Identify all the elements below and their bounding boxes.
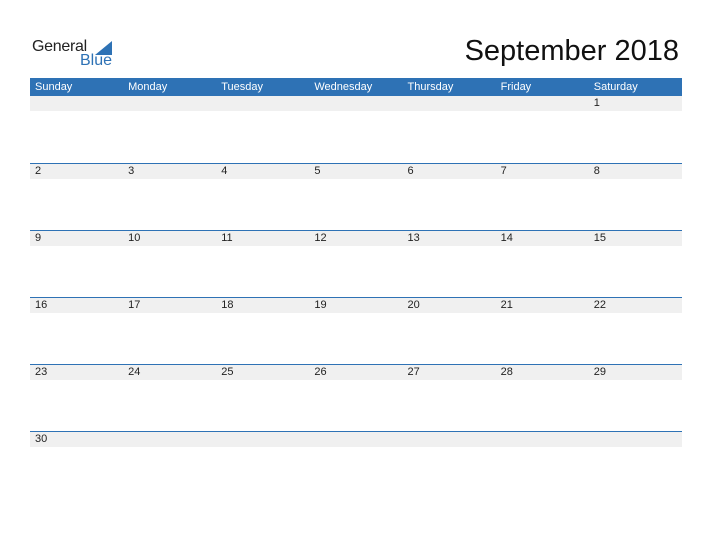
weekday-header: Sunday Monday Tuesday Wednesday Thursday… [30,78,682,96]
date-number-row: 23 24 25 26 27 28 29 [30,365,682,380]
day-cell: 24 [128,366,141,378]
calendar-grid: Sunday Monday Tuesday Wednesday Thursday… [30,78,682,498]
day-cell [123,432,216,447]
day-cell: 9 [35,232,42,244]
week-row: 16 17 18 19 20 21 22 [30,297,682,364]
day-cell: 29 [593,366,606,378]
day-cell: 28 [500,366,513,378]
day-cell: 1 [593,97,600,109]
day-cell [403,432,496,447]
logo: General Blue [32,38,122,72]
day-cell: 20 [407,299,420,311]
day-cell: 26 [314,366,327,378]
calendar-title: September 2018 [464,35,679,67]
day-cell [309,432,402,447]
day-cell: 18 [221,299,234,311]
day-cell: 4 [221,165,228,177]
date-number-row: 16 17 18 19 20 21 22 [30,298,682,313]
day-cell [309,96,402,111]
day-cell: 5 [314,165,321,177]
day-cell: 2 [35,165,42,177]
weekday-sunday: Sunday [35,81,73,93]
day-cell: 11 [221,232,233,244]
day-cell: 25 [221,366,234,378]
day-cell [30,96,123,111]
week-row: 9 10 11 12 13 14 15 [30,230,682,297]
day-cell [403,96,496,111]
day-cell: 16 [35,299,48,311]
date-number-row: 2 3 4 5 6 7 8 [30,164,682,179]
day-cell [496,432,589,447]
date-number-row: 9 10 11 12 13 14 15 [30,231,682,246]
day-cell: 10 [128,232,141,244]
day-cell: 7 [500,165,507,177]
weekday-friday: Friday [500,81,532,93]
weekday-tuesday: Tuesday [221,81,264,93]
day-cell: 17 [128,299,141,311]
weekday-wednesday: Wednesday [314,81,373,93]
day-cell: 21 [500,299,513,311]
day-cell: 30 [35,433,48,445]
day-cell [589,432,682,447]
weekday-monday: Monday [128,81,168,93]
week-row: 1 [30,96,682,163]
date-number-row: 1 [30,96,682,111]
day-cell: 22 [593,299,606,311]
weekday-saturday: Saturday [593,81,638,93]
day-cell: 3 [128,165,135,177]
logo-text-blue: Blue [80,52,113,69]
day-cell: 19 [314,299,327,311]
week-row: 2 3 4 5 6 7 8 [30,163,682,230]
day-cell: 14 [500,232,513,244]
day-cell: 8 [593,165,600,177]
day-cell: 27 [407,366,420,378]
day-cell [123,96,216,111]
day-cell: 12 [314,232,327,244]
day-cell: 15 [593,232,606,244]
day-cell: 6 [407,165,414,177]
day-cell [216,96,309,111]
day-cell: 23 [35,366,48,378]
date-number-row: 30 [30,432,682,447]
day-cell [496,96,589,111]
day-cell: 13 [407,232,420,244]
day-cell [216,432,309,447]
week-row: 23 24 25 26 27 28 29 [30,364,682,431]
weekday-thursday: Thursday [407,81,454,93]
week-row: 30 [30,431,682,498]
logo-text-general: General [32,38,87,55]
